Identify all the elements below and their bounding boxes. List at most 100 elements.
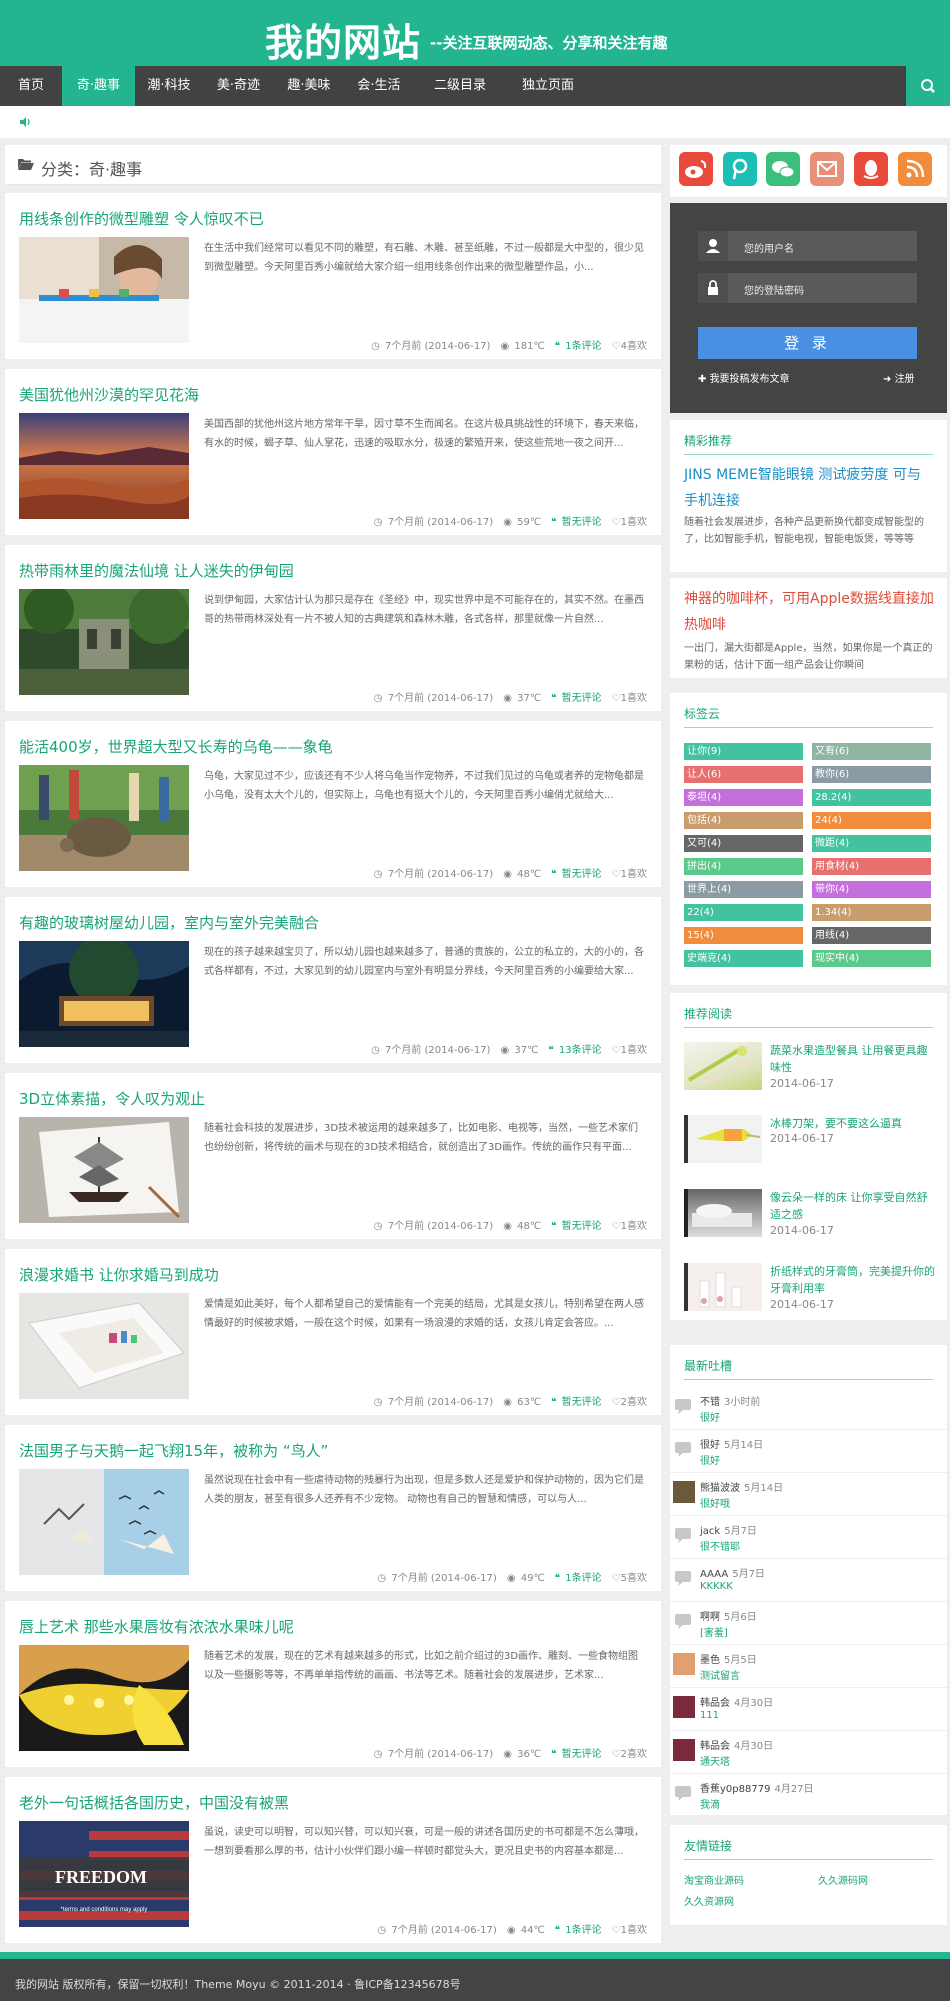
post-title[interactable]: 美国犹他州沙漠的罕见花海 [19, 384, 199, 405]
tag-item[interactable]: 15(4) [684, 927, 803, 944]
rec-thumb-4[interactable] [684, 1263, 762, 1311]
heart-icon[interactable]: ♡ [612, 1221, 621, 1232]
username-field[interactable]: 您的用户名 [698, 231, 917, 261]
nav-item-huishenghuo[interactable]: 会·生活 [344, 66, 414, 106]
comment-text[interactable]: 测试留言 [700, 1667, 740, 1682]
tag-item[interactable]: 世界上(4) [684, 881, 803, 898]
comment-text[interactable]: 很好 [700, 1452, 720, 1467]
heart-icon[interactable]: ♡ [612, 1573, 621, 1584]
post-thumbnail[interactable] [19, 941, 189, 1047]
post-thumbnail[interactable] [19, 1645, 189, 1751]
featured-item-title[interactable]: 神器的咖啡杯，可用Apple数据线直接加热咖啡 [684, 586, 934, 638]
post-title[interactable]: 热带雨林里的魔法仙境 让人迷失的伊甸园 [19, 560, 294, 581]
post-comments-link[interactable]: 暂无评论 [562, 693, 602, 704]
tag-item[interactable]: 泰坦(4) [684, 789, 803, 806]
tag-item[interactable]: 带你(4) [812, 881, 931, 898]
rec-thumb-3[interactable] [684, 1189, 762, 1237]
post-title[interactable]: 能活400岁，世界超大型又长寿的乌龟——象龟 [19, 736, 333, 757]
tag-item[interactable]: 22(4) [684, 904, 803, 921]
rec-thumb-1[interactable] [684, 1042, 762, 1090]
comment-text[interactable]: KKKKK [700, 1581, 733, 1592]
comment-author-name[interactable]: 很好 [700, 1440, 720, 1451]
tag-item[interactable]: 28.2(4) [812, 789, 931, 806]
comment-text[interactable]: 111 [700, 1710, 719, 1721]
post-thumbnail[interactable] [19, 413, 189, 519]
nav-item-qiqushi[interactable]: 奇·趣事 [62, 66, 135, 106]
comment-text[interactable]: 通天塔 [700, 1753, 730, 1768]
post-likes[interactable]: 2喜欢 [621, 1397, 647, 1408]
heart-icon[interactable]: ♡ [612, 1045, 621, 1056]
post-thumbnail[interactable] [19, 1293, 189, 1399]
nav-item-qumeiwei[interactable]: 趣·美味 [274, 66, 344, 106]
register-link[interactable]: ➜ 注册 [883, 370, 915, 385]
featured-item-title[interactable]: JINS MEME智能眼镜 测试疲劳度 可与手机连接 [684, 462, 934, 514]
post-title[interactable]: 浪漫求婚书 让你求婚马到成功 [19, 1264, 219, 1285]
wechat-icon[interactable] [766, 152, 800, 186]
post-title[interactable]: 法国男子与天鹅一起飞翔15年，被称为 “鸟人” [19, 1440, 328, 1461]
comment-author-name[interactable]: jack [700, 1526, 720, 1537]
post-comments-link[interactable]: 13条评论 [559, 1045, 602, 1056]
nav-item-home[interactable]: 首页 [0, 66, 62, 106]
comment-author-name[interactable]: 墨色 [700, 1655, 720, 1666]
heart-icon[interactable]: ♡ [612, 1397, 621, 1408]
comment-text[interactable]: 很好哦 [700, 1495, 730, 1510]
comment-author-name[interactable]: 韩品会 [700, 1698, 730, 1709]
heart-icon[interactable]: ♡ [612, 517, 621, 528]
submit-post-link[interactable]: ✚ 我要投稿发布文章 [698, 370, 790, 385]
post-comments-link[interactable]: 1条评论 [565, 341, 601, 352]
tag-item[interactable]: 24(4) [812, 812, 931, 829]
comment-text[interactable]: [害羞] [700, 1624, 728, 1639]
nav-item-chaokeji[interactable]: 潮·科技 [135, 66, 203, 106]
post-likes[interactable]: 1喜欢 [621, 869, 647, 880]
rec-item-title[interactable]: 像云朵一样的床 让你享受自然舒适之感 [770, 1189, 935, 1223]
mail-icon[interactable] [810, 152, 844, 186]
comment-author-name[interactable]: AAAA [700, 1569, 728, 1580]
rec-item-title[interactable]: 冰棒刀架，要不要这么逼真 [770, 1115, 935, 1132]
tag-item[interactable]: 包括(4) [684, 812, 803, 829]
post-comments-link[interactable]: 暂无评论 [562, 1397, 602, 1408]
nav-item-meiqiji[interactable]: 美·奇迹 [203, 66, 274, 106]
nav-item-erjimulu[interactable]: 二级目录 [414, 66, 506, 106]
comment-author-name[interactable]: 啊啊 [700, 1612, 720, 1623]
password-field[interactable]: 您的登陆密码 [698, 273, 917, 303]
post-title[interactable]: 唇上艺术 那些水果唇妆有浓浓水果味儿呢 [19, 1616, 294, 1637]
post-likes[interactable]: 2喜欢 [621, 1749, 647, 1760]
post-likes[interactable]: 5喜欢 [621, 1573, 647, 1584]
post-likes[interactable]: 1喜欢 [621, 1925, 647, 1936]
post-thumbnail[interactable] [19, 1469, 189, 1575]
post-likes[interactable]: 1喜欢 [621, 1221, 647, 1232]
friend-link[interactable]: 淘宝商业源码 [684, 1872, 744, 1887]
post-comments-link[interactable]: 暂无评论 [562, 869, 602, 880]
rss-icon[interactable] [898, 152, 932, 186]
post-comments-link[interactable]: 暂无评论 [562, 517, 602, 528]
post-likes[interactable]: 1喜欢 [621, 517, 647, 528]
tag-item[interactable]: 用线(4) [812, 927, 931, 944]
heart-icon[interactable]: ♡ [612, 869, 621, 880]
tag-item[interactable]: 又有(6) [812, 743, 931, 760]
rec-item-title[interactable]: 折纸样式的牙膏筒，完美提升你的牙膏利用率 [770, 1263, 935, 1297]
comment-text[interactable]: 很好 [700, 1409, 720, 1424]
comment-author-name[interactable]: 香蕉y0p88779 [700, 1784, 770, 1795]
heart-icon[interactable]: ♡ [612, 693, 621, 704]
post-comments-link[interactable]: 1条评论 [565, 1925, 601, 1936]
comment-text[interactable]: 我滴 [700, 1796, 720, 1811]
heart-icon[interactable]: ♡ [612, 1749, 621, 1760]
rec-item-title[interactable]: 蔬菜水果造型餐具 让用餐更具趣味性 [770, 1042, 935, 1076]
tag-item[interactable]: 让你(9) [684, 743, 803, 760]
post-thumbnail[interactable] [19, 765, 189, 871]
friend-link[interactable]: 久久源码网 [818, 1872, 868, 1887]
site-logo[interactable]: 我的网站 [265, 12, 421, 67]
post-comments-link[interactable]: 暂无评论 [562, 1749, 602, 1760]
comment-author-name[interactable]: 韩品会 [700, 1741, 730, 1752]
post-likes[interactable]: 1喜欢 [621, 1045, 647, 1056]
tag-item[interactable]: 又可(4) [684, 835, 803, 852]
comment-author-name[interactable]: 不错 [700, 1397, 720, 1408]
tag-item[interactable]: 让人(6) [684, 766, 803, 783]
tag-item[interactable]: 拼出(4) [684, 858, 803, 875]
tag-item[interactable]: 用食材(4) [812, 858, 931, 875]
rec-thumb-2[interactable] [684, 1115, 762, 1163]
weibo-icon[interactable] [679, 152, 713, 186]
tag-item[interactable]: 1.34(4) [812, 904, 931, 921]
tag-item[interactable]: 现实中(4) [812, 950, 931, 967]
tag-item[interactable]: 微距(4) [812, 835, 931, 852]
